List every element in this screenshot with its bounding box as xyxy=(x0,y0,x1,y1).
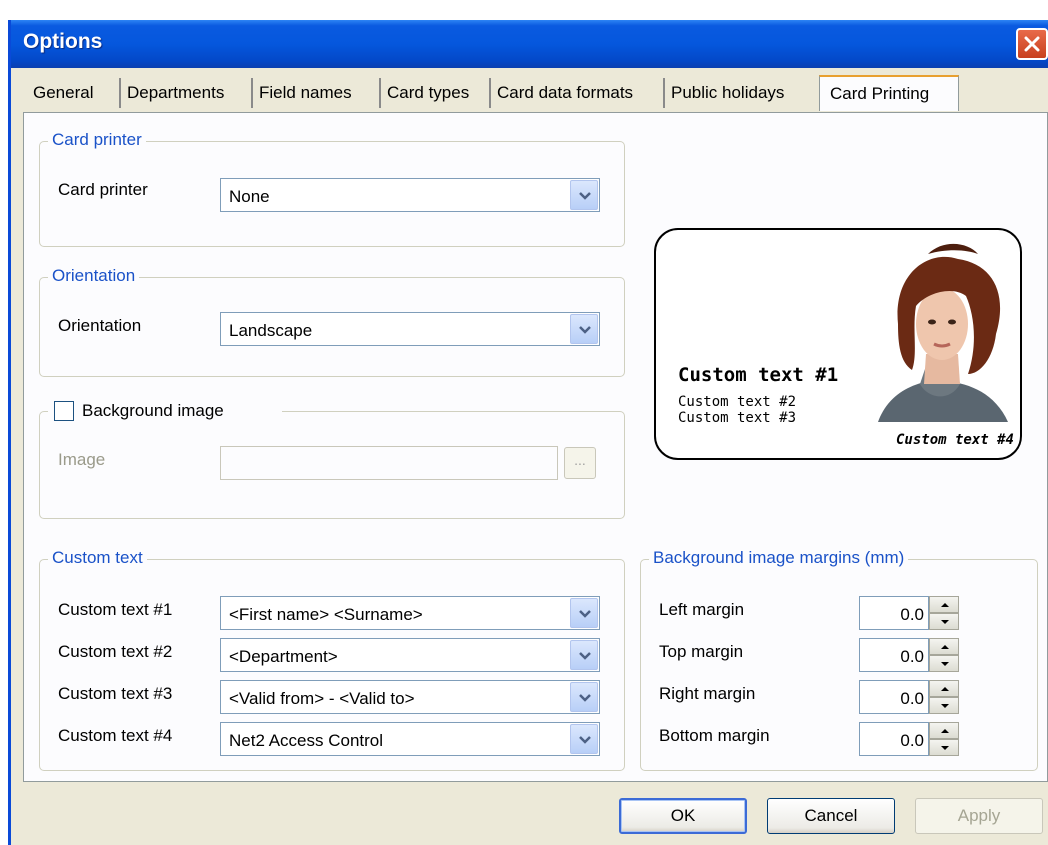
arrow-up-icon xyxy=(941,645,949,649)
custom-text-3-label: Custom text #3 xyxy=(58,684,173,703)
tab-public-holidays[interactable]: Public holidays xyxy=(671,78,819,108)
group-title: Custom text xyxy=(48,548,147,568)
top-margin-label: Top margin xyxy=(659,642,744,661)
cancel-button[interactable]: Cancel xyxy=(767,798,895,834)
spin-down-button[interactable] xyxy=(929,655,959,672)
bottom-margin-label: Bottom margin xyxy=(659,726,770,745)
custom-text-1-select[interactable]: <First name> <Surname> xyxy=(220,596,600,630)
tab-card-printing[interactable]: Card Printing xyxy=(819,75,959,111)
dropdown-button[interactable] xyxy=(570,180,598,210)
arrow-up-icon xyxy=(941,603,949,607)
window-title: Options xyxy=(23,30,103,53)
spin-down-button[interactable] xyxy=(929,613,959,630)
group-title: Card printer xyxy=(48,130,146,150)
arrow-up-icon xyxy=(941,729,949,733)
left-margin-label: Left margin xyxy=(659,600,745,619)
arrow-down-icon xyxy=(941,620,949,624)
card-printing-panel: Card printer Card printer None Orientati… xyxy=(23,112,1048,782)
margins-group: Background image margins (mm) Left margi… xyxy=(640,548,1038,771)
spin-down-button[interactable] xyxy=(929,697,959,714)
chevron-down-icon xyxy=(579,192,591,200)
card-custom-text-4: Custom text #4 xyxy=(895,432,1014,448)
tab-departments[interactable]: Departments xyxy=(127,78,253,108)
arrow-up-icon xyxy=(941,687,949,691)
orientation-label: Orientation xyxy=(58,316,142,335)
tab-card-data-formats[interactable]: Card data formats xyxy=(497,78,665,108)
dropdown-button[interactable] xyxy=(570,682,598,712)
dropdown-button[interactable] xyxy=(570,724,598,754)
chevron-down-icon xyxy=(579,326,591,334)
image-label: Image xyxy=(58,450,106,469)
arrow-down-icon xyxy=(941,704,949,708)
card-printer-label: Card printer xyxy=(58,180,148,199)
custom-text-1-label: Custom text #1 xyxy=(58,600,173,619)
spin-up-button[interactable] xyxy=(929,722,959,739)
background-image-checkbox[interactable] xyxy=(54,401,74,421)
chevron-down-icon xyxy=(579,736,591,744)
card-printer-group: Card printer Card printer None xyxy=(39,130,625,247)
spin-up-button[interactable] xyxy=(929,680,959,697)
bottom-margin-spinner xyxy=(929,722,959,756)
right-margin-label: Right margin xyxy=(659,684,756,703)
custom-text-3-select[interactable]: <Valid from> - <Valid to> xyxy=(220,680,600,714)
right-margin-input[interactable]: 0.0 xyxy=(859,680,929,714)
card-custom-text-1: Custom text #1 xyxy=(678,364,839,386)
tab-general[interactable]: General xyxy=(33,78,121,108)
title-bar[interactable]: Options xyxy=(11,20,1048,68)
dropdown-button[interactable] xyxy=(570,314,598,344)
left-margin-spinner xyxy=(929,596,959,630)
apply-button[interactable]: Apply xyxy=(915,798,1043,834)
top-margin-spinner xyxy=(929,638,959,672)
left-margin-input[interactable]: 0.0 xyxy=(859,596,929,630)
spin-up-button[interactable] xyxy=(929,596,959,613)
custom-text-group: Custom text Custom text #1 <First name> … xyxy=(39,548,625,771)
arrow-down-icon xyxy=(941,662,949,666)
group-title: Background image margins (mm) xyxy=(649,548,909,568)
options-dialog: Options General Departments Field names … xyxy=(8,20,1048,845)
browse-button[interactable]: ... xyxy=(564,447,596,479)
arrow-down-icon xyxy=(941,746,949,750)
card-custom-text-3: Custom text #3 xyxy=(678,410,797,426)
close-button[interactable] xyxy=(1016,28,1048,60)
top-margin-input[interactable]: 0.0 xyxy=(859,638,929,672)
chevron-down-icon xyxy=(579,610,591,618)
orientation-group: Orientation Orientation Landscape xyxy=(39,266,625,377)
right-margin-spinner xyxy=(929,680,959,714)
orientation-select[interactable]: Landscape xyxy=(220,312,600,346)
chevron-down-icon xyxy=(579,694,591,702)
card-custom-text-2: Custom text #2 xyxy=(678,394,797,410)
bottom-margin-input[interactable]: 0.0 xyxy=(859,722,929,756)
dropdown-button[interactable] xyxy=(570,640,598,670)
custom-text-2-label: Custom text #2 xyxy=(58,642,173,661)
background-image-label: Background image xyxy=(82,401,224,420)
dropdown-button[interactable] xyxy=(570,598,598,628)
group-title: Orientation xyxy=(48,266,140,286)
card-printer-select[interactable]: None xyxy=(220,178,600,212)
custom-text-4-select[interactable]: Net2 Access Control xyxy=(220,722,600,756)
spin-up-button[interactable] xyxy=(929,638,959,655)
tab-card-types[interactable]: Card types xyxy=(387,78,491,108)
person-photo xyxy=(878,243,1008,422)
chevron-down-icon xyxy=(579,652,591,660)
ok-button[interactable]: OK xyxy=(619,798,747,834)
spin-down-button[interactable] xyxy=(929,739,959,756)
close-icon xyxy=(1024,36,1040,52)
image-path-input[interactable] xyxy=(220,446,558,480)
card-preview: Custom text #1 Custom text #2 Custom tex… xyxy=(654,228,1022,460)
custom-text-2-select[interactable]: <Department> xyxy=(220,638,600,672)
tab-field-names[interactable]: Field names xyxy=(259,78,381,108)
background-image-group: Background image Image ... xyxy=(39,399,625,519)
custom-text-4-label: Custom text #4 xyxy=(58,726,173,745)
